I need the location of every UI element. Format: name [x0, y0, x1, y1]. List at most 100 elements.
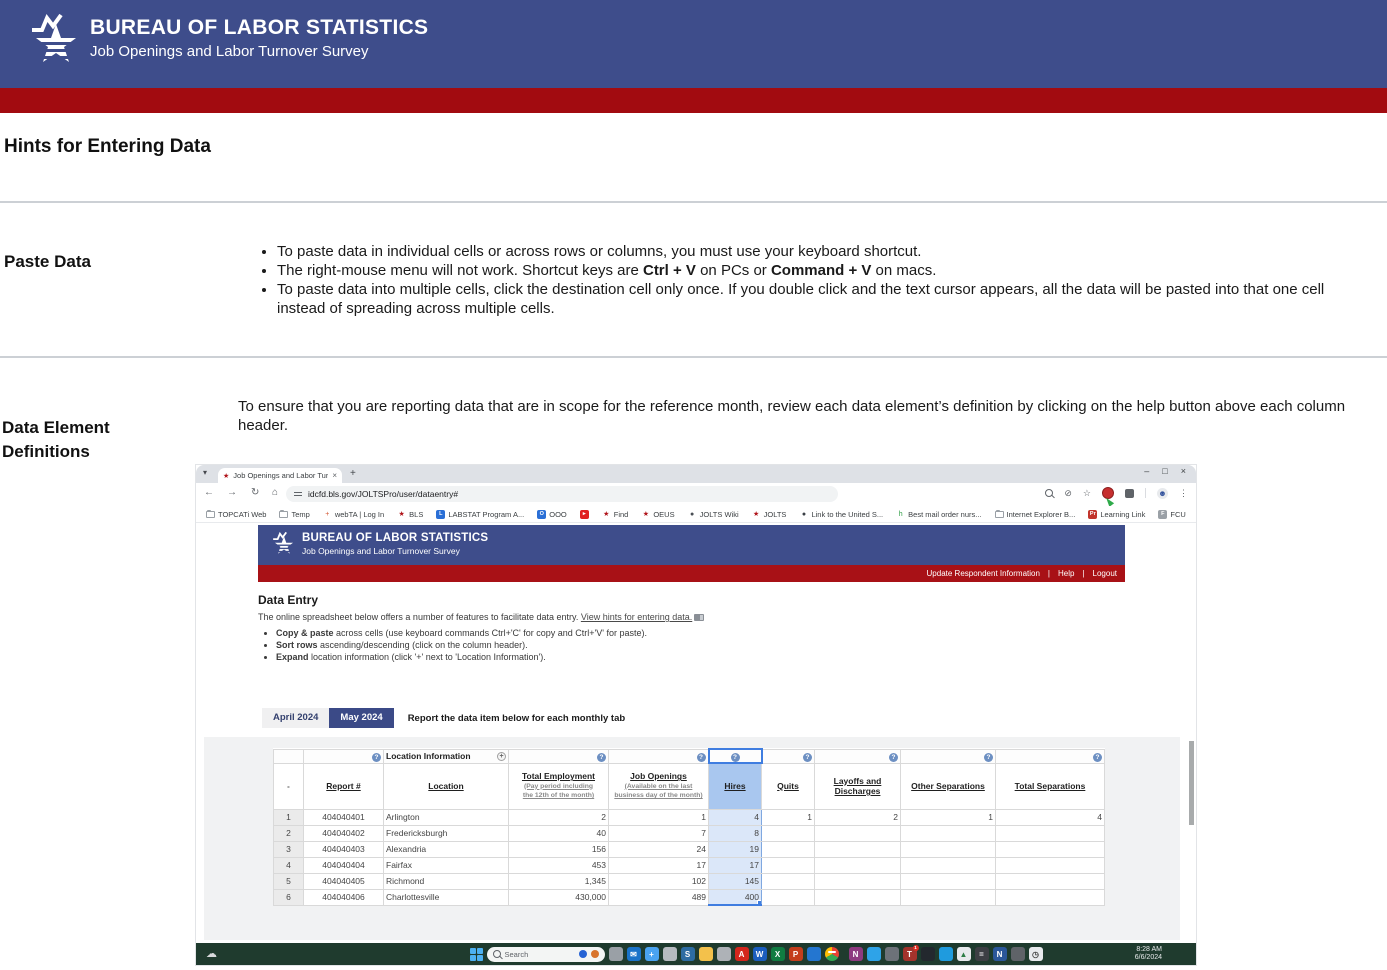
col-header-total-separations[interactable]: Total Separations: [996, 763, 1105, 809]
cell[interactable]: [996, 873, 1105, 889]
cell[interactable]: [996, 825, 1105, 841]
tab-may-2024[interactable]: May 2024: [329, 708, 393, 728]
bookmark-item[interactable]: TOPCATi Web: [206, 510, 266, 519]
clock-app-icon[interactable]: ◷: [1029, 947, 1043, 961]
menu-kebab-icon[interactable]: ⋮: [1179, 488, 1188, 499]
cell[interactable]: [762, 857, 815, 873]
cell[interactable]: 1,345: [509, 873, 609, 889]
bookmark-item[interactable]: FFCU: [1158, 510, 1185, 519]
start-button[interactable]: [470, 948, 483, 961]
profile-icon[interactable]: ☻: [1157, 488, 1168, 499]
col-header-layoffs[interactable]: Layoffs and Discharges: [815, 763, 901, 809]
cell[interactable]: 8: [709, 825, 762, 841]
help-icon-hires[interactable]: ?: [731, 753, 740, 762]
cell[interactable]: 489: [609, 889, 709, 905]
bookmark-item[interactable]: ★Find: [602, 510, 629, 519]
cell[interactable]: [815, 857, 901, 873]
zoom-icon[interactable]: [1045, 489, 1053, 497]
cell[interactable]: 145: [709, 873, 762, 889]
bookmark-item[interactable]: +webTA | Log In: [323, 510, 384, 519]
chrome-icon[interactable]: [825, 947, 839, 961]
cell[interactable]: 404040406: [304, 889, 384, 905]
cell[interactable]: 2: [509, 809, 609, 825]
cell[interactable]: 24: [609, 841, 709, 857]
help-icon[interactable]: ?: [803, 753, 812, 762]
cell[interactable]: 400: [709, 889, 762, 905]
cell[interactable]: [901, 841, 996, 857]
cell[interactable]: 2: [815, 809, 901, 825]
task-view-icon[interactable]: [609, 947, 623, 961]
cell[interactable]: 404040401: [304, 809, 384, 825]
cell[interactable]: 404040405: [304, 873, 384, 889]
storage-icon[interactable]: [1011, 947, 1025, 961]
bookmark-item[interactable]: ★BLS: [397, 510, 423, 519]
app-box-icon[interactable]: [663, 947, 677, 961]
cell[interactable]: 40: [509, 825, 609, 841]
bookmark-item[interactable]: hBest mail order nurs...: [896, 510, 981, 519]
reload-icon[interactable]: ↻: [251, 487, 259, 498]
word-icon[interactable]: W: [753, 947, 767, 961]
window-maximize-button[interactable]: □: [1162, 466, 1167, 476]
cell[interactable]: [762, 825, 815, 841]
extensions-icon[interactable]: [1125, 489, 1134, 498]
cell[interactable]: [901, 825, 996, 841]
pinned-extension-icon[interactable]: [1102, 487, 1114, 499]
bookmark-item[interactable]: Temp: [279, 510, 309, 519]
cell[interactable]: [815, 825, 901, 841]
cell[interactable]: 156: [509, 841, 609, 857]
new-tab-button[interactable]: +: [350, 468, 356, 479]
browser-ball-icon[interactable]: [939, 947, 953, 961]
vertical-scrollbar[interactable]: [1189, 741, 1194, 825]
new-item-icon[interactable]: +: [645, 947, 659, 961]
cell[interactable]: [815, 873, 901, 889]
window-minimize-button[interactable]: –: [1144, 466, 1149, 476]
bookmark-item[interactable]: ★JOLTS: [752, 510, 787, 519]
cell[interactable]: Richmond: [384, 873, 509, 889]
col-header-job-openings[interactable]: Job Openings(Available on the lastbusine…: [609, 763, 709, 809]
cell[interactable]: 17: [609, 857, 709, 873]
tab-search-chevron-icon[interactable]: ▾: [203, 468, 207, 477]
cell[interactable]: Fairfax: [384, 857, 509, 873]
site-settings-icon[interactable]: [294, 490, 302, 498]
bird-app-icon[interactable]: [867, 947, 881, 961]
file-explorer-icon[interactable]: [699, 947, 713, 961]
chat-icon[interactable]: [807, 947, 821, 961]
col-header-quits[interactable]: Quits: [762, 763, 815, 809]
cell[interactable]: [815, 889, 901, 905]
taskbar-search[interactable]: Search: [487, 947, 605, 962]
forward-icon[interactable]: →: [227, 487, 237, 498]
home-icon[interactable]: ⌂: [272, 487, 278, 498]
help-icon[interactable]: ?: [1093, 753, 1102, 762]
cell[interactable]: 404040402: [304, 825, 384, 841]
expand-location-icon[interactable]: +: [497, 752, 506, 761]
cell[interactable]: 7: [609, 825, 709, 841]
cell[interactable]: 1: [901, 809, 996, 825]
cell[interactable]: Arlington: [384, 809, 509, 825]
bookmark-item[interactable]: ●JOLTS Wiki: [688, 510, 739, 519]
acrobat-icon[interactable]: A: [735, 947, 749, 961]
col-header-total-employment[interactable]: Total Employment(Pay period includingthe…: [509, 763, 609, 809]
cell[interactable]: Charlottesville: [384, 889, 509, 905]
cell[interactable]: [901, 857, 996, 873]
calculator-icon[interactable]: =: [975, 947, 989, 961]
view-hints-link[interactable]: View hints for entering data.: [581, 612, 692, 622]
cell[interactable]: 4: [996, 809, 1105, 825]
bookmark-item[interactable]: OOOO: [537, 510, 567, 519]
cell[interactable]: [901, 889, 996, 905]
bookmark-item[interactable]: ●Link to the United S...: [799, 510, 883, 519]
cell[interactable]: [762, 889, 815, 905]
cell[interactable]: 4: [709, 809, 762, 825]
globe-app-icon[interactable]: [921, 947, 935, 961]
col-header-location[interactable]: Location: [384, 763, 509, 809]
update-respondent-link[interactable]: Update Respondent Information: [927, 569, 1040, 578]
notepad-plus-plus-icon[interactable]: N: [849, 947, 863, 961]
cell[interactable]: 430,000: [509, 889, 609, 905]
snagit-icon[interactable]: S: [681, 947, 695, 961]
bookmark-star-icon[interactable]: ☆: [1083, 488, 1091, 499]
help-icon[interactable]: ?: [697, 753, 706, 762]
bookmark-item[interactable]: PrLearning Link: [1088, 510, 1145, 519]
bookmark-item[interactable]: ▸: [580, 510, 589, 519]
cell[interactable]: [996, 889, 1105, 905]
back-icon[interactable]: ←: [204, 487, 214, 498]
help-link[interactable]: Help: [1058, 569, 1074, 578]
